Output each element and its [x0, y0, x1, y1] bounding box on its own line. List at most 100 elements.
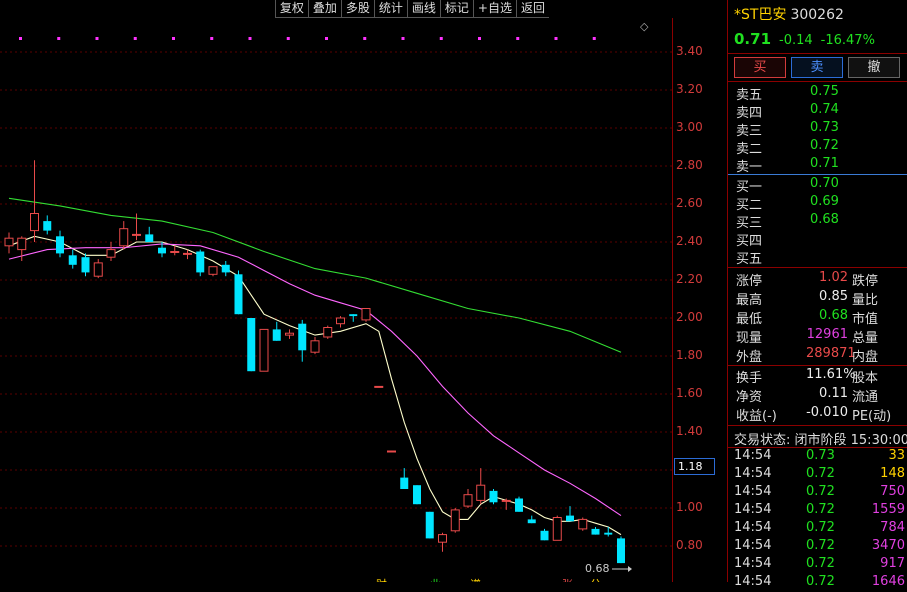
stat-value: 0.11 — [819, 386, 848, 401]
sell-level-1[interactable]: 卖一 0.71 — [736, 156, 906, 175]
level-label: 买五 — [736, 252, 763, 267]
event-marker: 谱 — [470, 577, 481, 582]
candle-body-up — [106, 249, 116, 258]
tick-time: 14:54 — [734, 502, 772, 517]
toolbar-draw-line-button[interactable]: 画线 — [406, 0, 440, 18]
buy-level-5[interactable]: 买五 — [736, 248, 906, 267]
cancel-order-button[interactable]: 撤 — [848, 57, 900, 78]
tick-price: 0.73 — [806, 448, 835, 463]
tick-volume: 33 — [888, 448, 905, 463]
candle-body-up — [578, 518, 588, 530]
candle-body-up — [132, 233, 141, 236]
sell-level-4[interactable]: 卖四 0.74 — [736, 102, 906, 121]
level-price: 0.73 — [810, 120, 839, 135]
price-tick: 2.60 — [676, 196, 703, 210]
sell-level-2[interactable]: 卖二 0.72 — [736, 138, 906, 157]
candle-body-down — [158, 247, 166, 254]
signal-dot — [478, 37, 481, 40]
level-label: 买四 — [736, 234, 763, 249]
toolbar-mark-button[interactable]: 标记 — [439, 0, 473, 18]
level-label: 卖三 — [736, 124, 763, 139]
candle-body-up — [450, 509, 460, 532]
candle-body-up — [259, 328, 269, 372]
stat-label: 涨停 — [736, 274, 763, 289]
buy-level-4[interactable]: 买四 — [736, 230, 906, 249]
last-price: 0.71 — [734, 30, 772, 48]
stat-row: 最高 0.85 量比 — [736, 289, 907, 308]
signal-dot — [57, 37, 61, 40]
stat-label: 内盘 — [852, 350, 879, 365]
candle-body-down — [527, 519, 536, 524]
event-marker: 财 — [376, 577, 387, 582]
candle-body-down — [515, 498, 523, 512]
tick-time: 14:54 — [734, 520, 772, 535]
toolbar-overlay-button[interactable]: 叠加 — [307, 0, 341, 18]
stat-label: PE(动) — [852, 409, 892, 424]
stat-value: 0.68 — [819, 308, 848, 323]
signal-dot — [554, 37, 558, 40]
tick-time: 14:54 — [734, 448, 772, 463]
candle-body-up — [361, 308, 371, 321]
tick-volume: 750 — [880, 484, 905, 499]
tick-price: 0.72 — [806, 538, 835, 553]
candle-body-down — [247, 318, 256, 372]
stat-label: 量比 — [852, 293, 879, 308]
tick-volume: 784 — [880, 520, 905, 535]
stat-label: 总量 — [852, 331, 879, 346]
signal-dot — [363, 37, 367, 40]
sell-level-5[interactable]: 卖五 0.75 — [736, 84, 906, 103]
stat-label: 最低 — [736, 312, 763, 327]
level-price: 0.71 — [810, 156, 839, 171]
price-change-pct: -16.47% — [820, 33, 875, 48]
diamond-icon[interactable]: ◇ — [640, 20, 648, 33]
stat-label: 最高 — [736, 293, 763, 308]
divider — [728, 365, 907, 366]
tick-price: 0.72 — [806, 556, 835, 571]
tick-price: 0.72 — [806, 520, 835, 535]
toolbar-back-button[interactable]: 返回 — [515, 0, 549, 18]
candle-body-down — [591, 528, 600, 535]
min-price-arrowhead — [628, 566, 632, 572]
stat-row: 外盘 289871 内盘 — [736, 346, 907, 365]
toolbar-fuquan-button[interactable]: 复权 — [274, 0, 308, 18]
min-price-label: 0.68 — [585, 562, 610, 575]
signal-dot — [172, 37, 175, 40]
signal-dot — [516, 37, 520, 40]
price-tick: 2.40 — [676, 234, 703, 248]
candle-body-up — [336, 317, 345, 325]
stat-label: 股本 — [852, 371, 879, 386]
tick-time: 14:54 — [734, 466, 772, 481]
candle-body-down — [196, 251, 205, 273]
stat-row: 涨停 1.02 跌停 — [736, 270, 907, 289]
tick-time: 14:54 — [734, 556, 772, 571]
toolbar-stats-button[interactable]: 统计 — [373, 0, 407, 18]
tick-row: 14:54 0.72 750 — [734, 484, 907, 502]
tick-row: 14:54 0.72 1646 — [734, 574, 907, 592]
candle-body-up — [374, 385, 384, 388]
level-label: 卖五 — [736, 88, 763, 103]
buy-level-2[interactable]: 买二 0.69 — [736, 194, 906, 213]
buy-button[interactable]: 买 — [734, 57, 786, 78]
buy-level-1[interactable]: 买一 0.70 — [736, 176, 906, 195]
tick-price: 0.72 — [806, 484, 835, 499]
toolbar-multi-stock-button[interactable]: 多股 — [340, 0, 374, 18]
sell-level-3[interactable]: 卖三 0.73 — [736, 120, 906, 139]
stat-row: 现量 12961 总量 — [736, 327, 907, 346]
tick-row: 14:54 0.72 917 — [734, 556, 907, 574]
candle-body-up — [310, 340, 320, 353]
kline-chart[interactable]: 财业谱张分 — [0, 0, 728, 582]
kline-chart-area[interactable]: 财 业 谱 张 分 复权 叠加 多股 统计 画线 标记 +自选 返回 ◇ 3.40 3.… — [0, 0, 728, 582]
toolbar-add-watchlist-button[interactable]: +自选 — [472, 0, 516, 18]
candle-body-down — [566, 515, 574, 522]
candle-body-down — [298, 323, 307, 351]
candle-body-down — [81, 257, 90, 273]
level-price: 0.74 — [810, 102, 839, 117]
buy-level-3[interactable]: 买三 0.68 — [736, 212, 906, 231]
price-tick: 2.80 — [676, 158, 703, 172]
candle-body-up — [4, 237, 14, 247]
tick-row: 14:54 0.72 1559 — [734, 502, 907, 520]
stat-label: 净资 — [736, 390, 763, 405]
sell-button[interactable]: 卖 — [791, 57, 843, 78]
signal-dot — [401, 37, 405, 40]
stat-row: 净资 0.11 流通 — [736, 386, 907, 405]
